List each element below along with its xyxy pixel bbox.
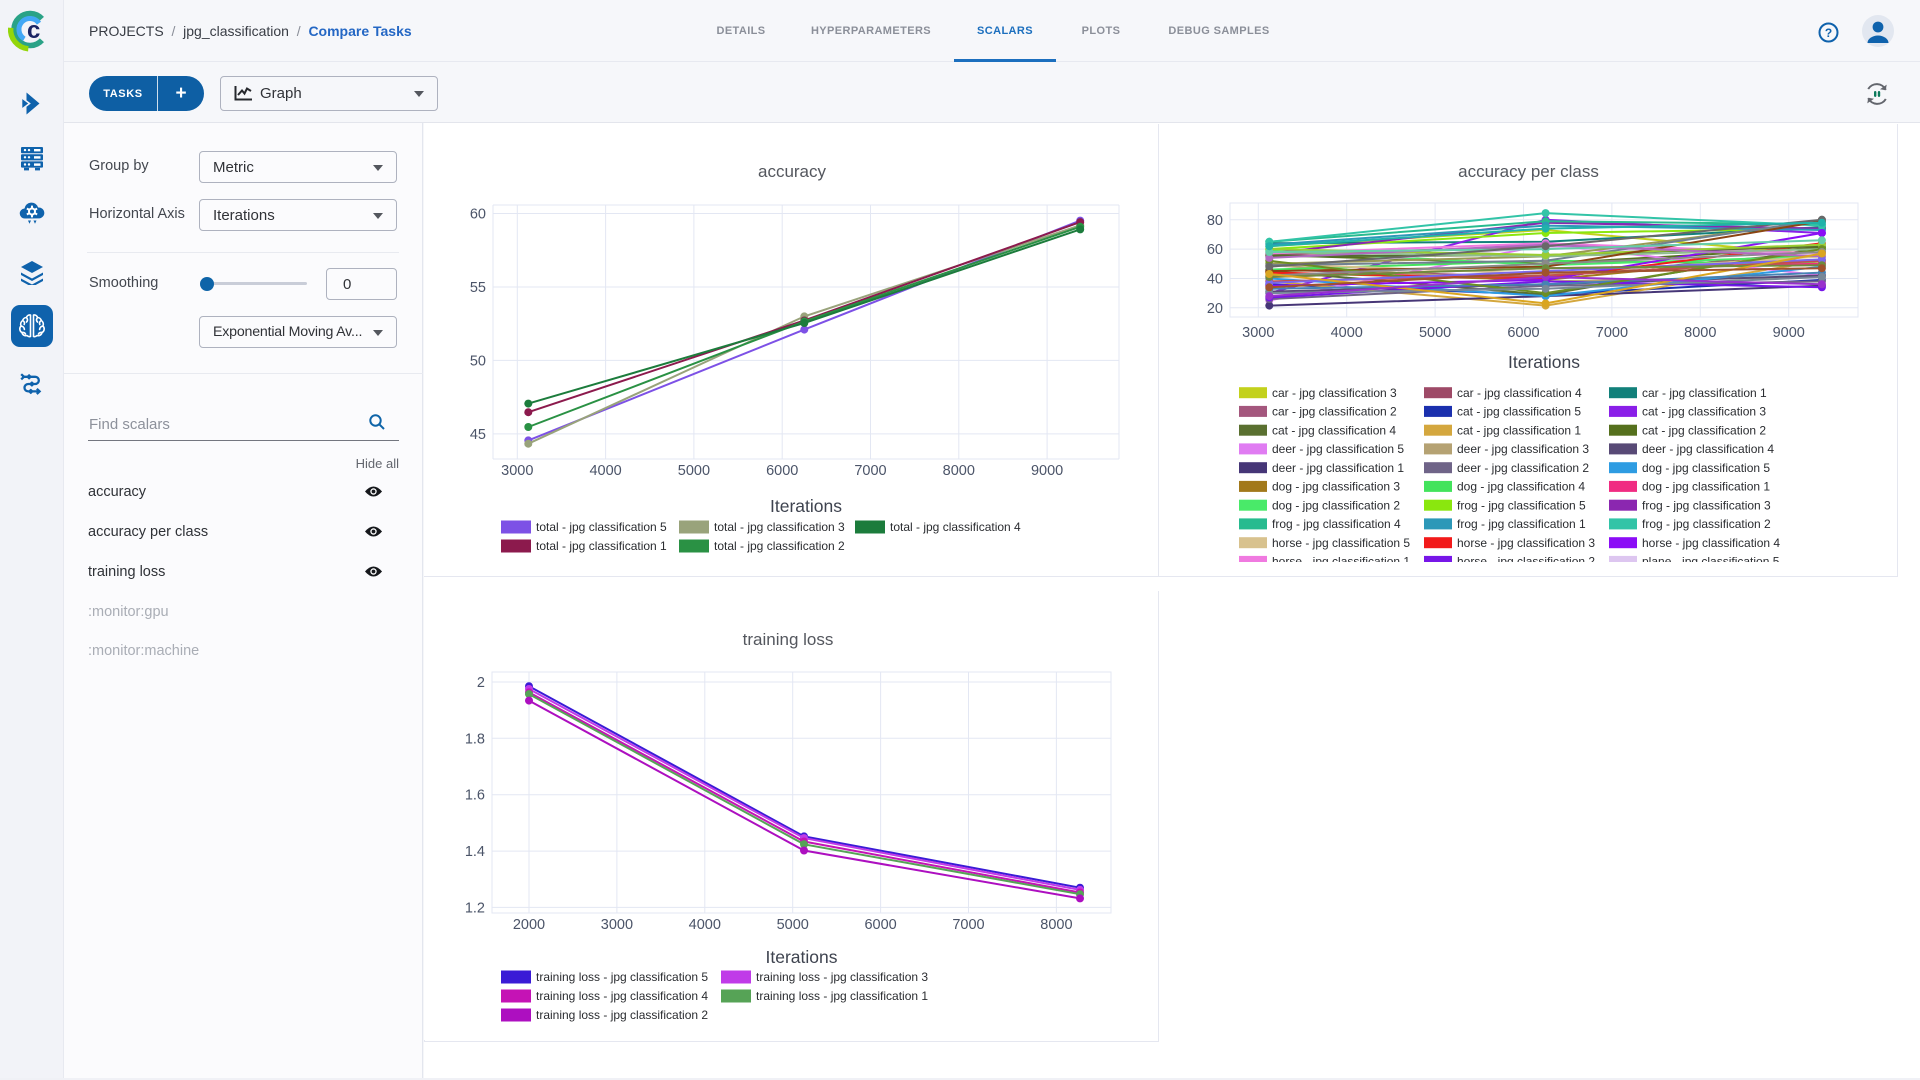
svg-text:training loss - jpg classifica: training loss - jpg classification 5 <box>536 970 708 984</box>
svg-text:car - jpg classification 3: car - jpg classification 3 <box>1272 386 1397 400</box>
svg-text:c: c <box>27 17 40 44</box>
svg-text:4000: 4000 <box>589 463 621 479</box>
svg-text:cat - jpg classification 5: cat - jpg classification 5 <box>1457 405 1581 419</box>
svg-text:frog - jpg classification 5: frog - jpg classification 5 <box>1457 498 1586 512</box>
svg-text:plane - jpg classification 5: plane - jpg classification 5 <box>1642 555 1780 562</box>
svg-text:dog - jpg classification 4: dog - jpg classification 4 <box>1457 480 1585 494</box>
svg-text:total - jpg classification 5: total - jpg classification 5 <box>536 520 667 534</box>
svg-text:40: 40 <box>1207 272 1223 288</box>
svg-text:cat - jpg classification 2: cat - jpg classification 2 <box>1642 423 1766 437</box>
svg-text:deer - jpg classification 5: deer - jpg classification 5 <box>1272 442 1404 456</box>
svg-text:3000: 3000 <box>601 917 633 933</box>
svg-text:5000: 5000 <box>678 463 710 479</box>
svg-text:deer - jpg classification 1: deer - jpg classification 1 <box>1272 461 1404 475</box>
svg-text:training loss - jpg classifica: training loss - jpg classification 1 <box>756 989 928 1003</box>
svg-text:3000: 3000 <box>501 463 533 479</box>
svg-text:dog - jpg classification 5: dog - jpg classification 5 <box>1642 461 1770 475</box>
svg-text:frog - jpg classification 2: frog - jpg classification 2 <box>1642 517 1771 531</box>
svg-text:horse - jpg classification 4: horse - jpg classification 4 <box>1642 536 1780 550</box>
svg-text:6000: 6000 <box>766 463 798 479</box>
svg-text:dog - jpg classification 2: dog - jpg classification 2 <box>1272 498 1400 512</box>
svg-text:dog - jpg classification 1: dog - jpg classification 1 <box>1642 480 1770 494</box>
svg-text:total - jpg classification 1: total - jpg classification 1 <box>536 539 667 553</box>
svg-text:car - jpg classification 1: car - jpg classification 1 <box>1642 386 1767 400</box>
svg-text:9000: 9000 <box>1031 463 1063 479</box>
svg-text:total - jpg classification 3: total - jpg classification 3 <box>714 520 845 534</box>
svg-text:deer - jpg classification 4: deer - jpg classification 4 <box>1642 442 1774 456</box>
svg-text:horse - jpg classification 3: horse - jpg classification 3 <box>1457 536 1595 550</box>
svg-text:frog - jpg classification 3: frog - jpg classification 3 <box>1642 498 1771 512</box>
svg-text:2: 2 <box>477 675 485 691</box>
svg-text:9000: 9000 <box>1773 325 1805 341</box>
svg-text:20: 20 <box>1207 301 1223 317</box>
svg-text:2000: 2000 <box>513 917 545 933</box>
svg-text:horse - jpg classification 2: horse - jpg classification 2 <box>1457 555 1595 562</box>
svg-text:1.6: 1.6 <box>465 788 485 804</box>
svg-text:5000: 5000 <box>777 917 809 933</box>
svg-text:5000: 5000 <box>1419 325 1451 341</box>
svg-text:1.4: 1.4 <box>465 844 485 860</box>
svg-text:55: 55 <box>470 280 486 296</box>
svg-text:frog - jpg classification 1: frog - jpg classification 1 <box>1457 517 1586 531</box>
svg-text:total - jpg classification 4: total - jpg classification 4 <box>890 520 1021 534</box>
svg-text:8000: 8000 <box>1684 325 1716 341</box>
svg-text:50: 50 <box>470 353 486 369</box>
svg-text:4000: 4000 <box>1331 325 1363 341</box>
svg-text:3000: 3000 <box>1242 325 1274 341</box>
svg-text:Iterations: Iterations <box>1508 352 1580 372</box>
svg-text:horse - jpg classification 1: horse - jpg classification 1 <box>1272 555 1410 562</box>
svg-text:8000: 8000 <box>943 463 975 479</box>
svg-text:frog - jpg classification 4: frog - jpg classification 4 <box>1272 517 1401 531</box>
svg-text:?: ? <box>1825 26 1832 40</box>
svg-text:Iterations: Iterations <box>766 947 838 967</box>
svg-text:car - jpg classification 4: car - jpg classification 4 <box>1457 386 1582 400</box>
svg-text:car - jpg classification 2: car - jpg classification 2 <box>1272 405 1397 419</box>
svg-text:cat - jpg classification 1: cat - jpg classification 1 <box>1457 423 1581 437</box>
svg-text:6000: 6000 <box>1507 325 1539 341</box>
svg-text:deer - jpg classification 2: deer - jpg classification 2 <box>1457 461 1589 475</box>
svg-text:training loss - jpg classifica: training loss - jpg classification 2 <box>536 1008 708 1022</box>
svg-text:deer - jpg classification 3: deer - jpg classification 3 <box>1457 442 1589 456</box>
svg-text:accuracy per class: accuracy per class <box>1458 162 1599 181</box>
svg-text:60: 60 <box>1207 242 1223 258</box>
svg-text:cat - jpg classification 3: cat - jpg classification 3 <box>1642 405 1766 419</box>
svg-text:1.2: 1.2 <box>465 900 485 916</box>
svg-text:4000: 4000 <box>689 917 721 933</box>
svg-text:accuracy: accuracy <box>758 162 827 181</box>
svg-text:dog - jpg classification 3: dog - jpg classification 3 <box>1272 480 1400 494</box>
svg-text:1.8: 1.8 <box>465 731 485 747</box>
svg-text:7000: 7000 <box>952 917 984 933</box>
svg-text:training loss - jpg classifica: training loss - jpg classification 3 <box>756 970 928 984</box>
svg-text:horse - jpg classification 5: horse - jpg classification 5 <box>1272 536 1410 550</box>
svg-text:6000: 6000 <box>864 917 896 933</box>
svg-text:7000: 7000 <box>854 463 886 479</box>
svg-text:60: 60 <box>470 207 486 223</box>
svg-text:cat - jpg classification 4: cat - jpg classification 4 <box>1272 423 1396 437</box>
svg-text:training loss - jpg classifica: training loss - jpg classification 4 <box>536 989 708 1003</box>
svg-text:45: 45 <box>470 427 486 443</box>
svg-text:8000: 8000 <box>1040 917 1072 933</box>
svg-text:training loss: training loss <box>743 630 834 649</box>
svg-text:80: 80 <box>1207 213 1223 229</box>
svg-text:Iterations: Iterations <box>770 496 842 516</box>
svg-text:total - jpg classification 2: total - jpg classification 2 <box>714 539 845 553</box>
svg-text:7000: 7000 <box>1596 325 1628 341</box>
